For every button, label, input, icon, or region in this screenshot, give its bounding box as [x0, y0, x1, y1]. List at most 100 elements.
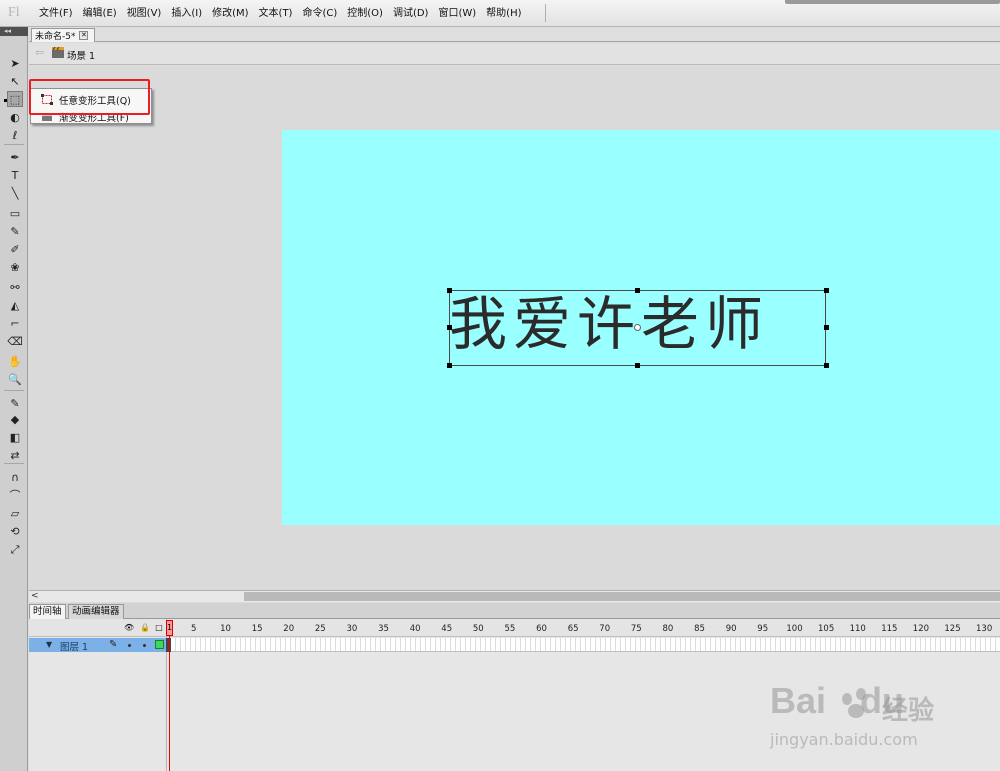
- 3d-rotation-tool-icon[interactable]: ◐: [7, 109, 23, 125]
- pen-tool-icon[interactable]: ✒: [7, 149, 23, 165]
- scale-option-icon[interactable]: ⤢: [7, 541, 23, 557]
- ruler-tick-label: 120: [912, 624, 930, 634]
- ruler-tick-label: 80: [662, 624, 674, 634]
- frame-track[interactable]: [166, 638, 1000, 652]
- transform-handle-top[interactable]: [635, 288, 640, 293]
- document-tab[interactable]: 未命名-5* ✕: [31, 28, 95, 42]
- ruler-tick-label: 15: [251, 624, 263, 634]
- straighten-option-icon[interactable]: ▱: [7, 505, 23, 521]
- collapse-panel-button[interactable]: ◂◂: [0, 27, 28, 36]
- menu-view[interactable]: 视图(V): [122, 0, 167, 27]
- playhead-line: [169, 636, 170, 771]
- layer-lock-dot[interactable]: [143, 644, 146, 647]
- ruler-tick-label: 85: [694, 624, 705, 634]
- menu-items: 文件(F) 编辑(E) 视图(V) 插入(I) 修改(M) 文本(T) 命令(C…: [34, 0, 527, 27]
- selection-tool-icon[interactable]: ➤: [7, 55, 23, 71]
- menu-file[interactable]: 文件(F): [34, 0, 78, 27]
- outline-icon[interactable]: □: [155, 624, 163, 632]
- scene-label[interactable]: 场景 1: [67, 48, 95, 62]
- smooth-option-icon[interactable]: ⌒: [7, 487, 23, 503]
- menu-debug[interactable]: 调试(D): [388, 0, 434, 27]
- layer-visibility-dot[interactable]: [128, 644, 131, 647]
- bone-tool-icon[interactable]: ⚯: [7, 279, 23, 295]
- watermark-cn: 经验: [882, 696, 935, 726]
- eyedropper-tool-icon[interactable]: ⌐: [7, 315, 23, 331]
- ruler-tick-label: 115: [881, 624, 898, 634]
- ruler-tick-label: 125: [944, 624, 961, 634]
- ruler-tick-label: 105: [818, 624, 835, 634]
- eraser-tool-icon[interactable]: ⌫: [7, 333, 23, 349]
- fill-color-icon[interactable]: ◆: [7, 411, 23, 427]
- playhead-frame-number: 1: [167, 623, 173, 632]
- lasso-tool-icon[interactable]: ℓ: [7, 127, 23, 143]
- transform-handle-bottom-left[interactable]: [447, 363, 452, 368]
- snap-magnet-icon[interactable]: ∩: [7, 469, 23, 485]
- ruler-tick-label: 10: [220, 624, 231, 634]
- deco-tool-icon[interactable]: ❀: [7, 259, 23, 275]
- layer-name[interactable]: 图层 1: [60, 639, 88, 653]
- ruler-tick-label: 30: [346, 624, 358, 634]
- menu-modify[interactable]: 修改(M): [207, 0, 253, 27]
- menu-control[interactable]: 控制(O): [342, 0, 388, 27]
- back-arrow-icon[interactable]: ⇦: [35, 46, 44, 59]
- ruler-tick-label: 75: [630, 624, 642, 634]
- ruler-tick-label: 110: [849, 624, 866, 634]
- ruler-tick-label: 45: [441, 624, 453, 634]
- ruler-tick-label: 95: [757, 624, 769, 634]
- transform-handle-left[interactable]: [447, 325, 452, 330]
- ruler-tick-label: 5: [191, 624, 197, 634]
- menu-commands[interactable]: 命令(C): [297, 0, 342, 27]
- ruler-tick-label: 35: [378, 624, 389, 634]
- transform-handle-top-left[interactable]: [447, 288, 452, 293]
- transform-handle-bottom[interactable]: [635, 363, 640, 368]
- menu-text[interactable]: 文本(T): [254, 0, 298, 27]
- ruler-tick-label: 70: [599, 624, 611, 634]
- toolbar-separator: [4, 144, 24, 145]
- transform-handle-bottom-right[interactable]: [824, 363, 829, 368]
- lock-icon[interactable]: 🔒: [140, 624, 150, 632]
- pencil-icon: ✎: [109, 639, 118, 650]
- ruler-tick-label: 20: [283, 624, 295, 634]
- ruler-tick-label: 50: [472, 624, 484, 634]
- scene-clapper-icon: [52, 47, 64, 58]
- ruler-tick-label: 65: [567, 624, 579, 634]
- highlight-annotation: [29, 79, 150, 115]
- menu-window[interactable]: 窗口(W): [433, 0, 481, 27]
- close-icon[interactable]: ✕: [79, 31, 89, 40]
- hand-tool-icon[interactable]: ✋: [7, 353, 23, 369]
- tab-motion-editor[interactable]: 动画编辑器: [68, 604, 124, 619]
- tab-timeline[interactable]: 时间轴: [29, 604, 66, 619]
- transform-handle-top-right[interactable]: [824, 288, 829, 293]
- timeline-tab-bar: [29, 603, 1000, 619]
- stroke-color-icon[interactable]: ✎: [7, 395, 23, 411]
- document-tab-bar: [29, 27, 1000, 42]
- layer-outline-color[interactable]: [155, 640, 164, 649]
- ruler-tick-label: 25: [314, 624, 326, 634]
- transform-center-point[interactable]: [634, 324, 641, 331]
- brush-tool-icon[interactable]: ✐: [7, 241, 23, 257]
- text-tool-icon[interactable]: T: [7, 167, 23, 183]
- paint-bucket-tool-icon[interactable]: ◭: [7, 297, 23, 313]
- zoom-tool-icon[interactable]: 🔍: [7, 371, 23, 387]
- rectangle-tool-icon[interactable]: ▭: [7, 205, 23, 221]
- swap-colors-icon[interactable]: ⇄: [7, 447, 23, 463]
- ruler-tick-label: 60: [536, 624, 547, 634]
- menu-edit[interactable]: 编辑(E): [78, 0, 122, 27]
- workspace-switcher[interactable]: [785, 0, 1000, 4]
- document-tab-title: 未命名-5*: [35, 32, 76, 42]
- rotate-skew-option-icon[interactable]: ⟲: [7, 523, 23, 539]
- scrollbar-thumb[interactable]: [244, 592, 1000, 601]
- free-transform-tool-icon[interactable]: ⬚: [7, 91, 23, 107]
- ruler-tick-label: 40: [409, 624, 421, 634]
- line-tool-icon[interactable]: ╲: [7, 185, 23, 201]
- menu-help[interactable]: 帮助(H): [481, 0, 526, 27]
- ruler-tick-label: 100: [786, 624, 803, 634]
- black-white-icon[interactable]: ◧: [7, 429, 23, 445]
- subselection-tool-icon[interactable]: ↖: [7, 73, 23, 89]
- menu-insert[interactable]: 插入(I): [166, 0, 207, 27]
- scroll-left-arrow-icon[interactable]: <: [31, 591, 39, 601]
- transform-handle-right[interactable]: [824, 325, 829, 330]
- pencil-tool-icon[interactable]: ✎: [7, 223, 23, 239]
- eye-icon[interactable]: 👁: [124, 624, 134, 632]
- toolbar-separator: [4, 463, 24, 464]
